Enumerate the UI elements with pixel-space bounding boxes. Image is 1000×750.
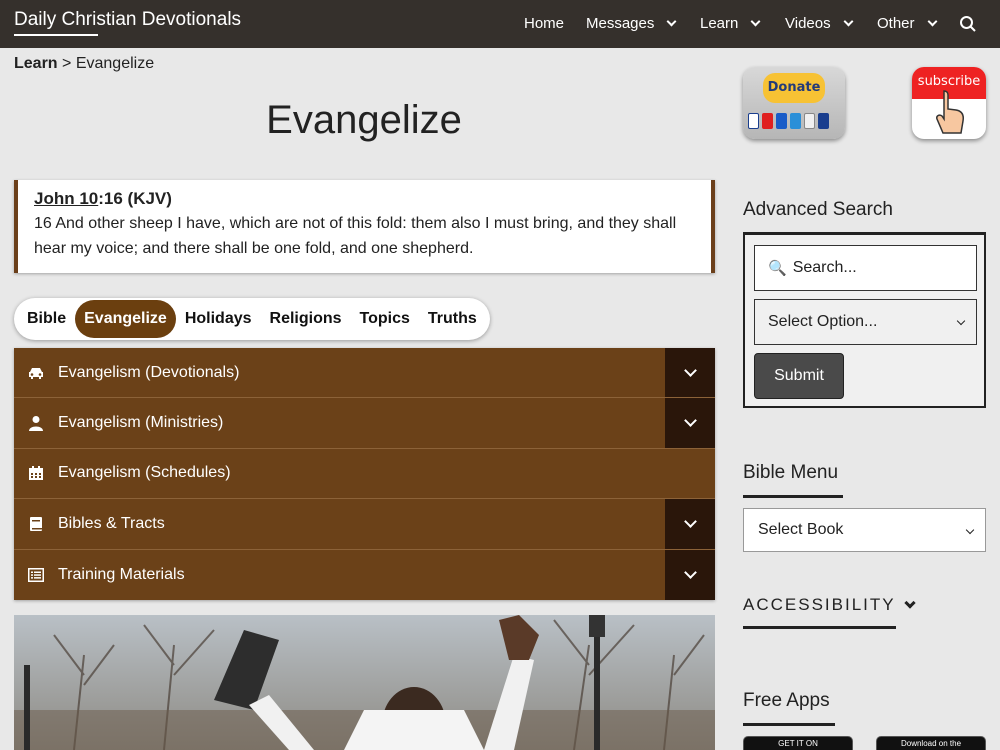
app-store-badge[interactable]: Download on the: [876, 736, 986, 750]
tab-topics[interactable]: Topics: [351, 300, 419, 338]
accordion-item[interactable]: Training Materials: [14, 549, 715, 600]
nav-learn-label: Learn: [700, 15, 739, 32]
book-select-value: Select Book: [758, 521, 844, 538]
search-icon[interactable]: [959, 15, 977, 38]
chevron-down-icon: [843, 16, 854, 27]
accordion-item[interactable]: Evangelism (Devotionals): [14, 348, 715, 399]
nav-home[interactable]: Home: [524, 15, 564, 32]
chevron-down-icon: [903, 597, 916, 609]
accordion-item[interactable]: Bibles & Tracts: [14, 499, 715, 550]
book-select[interactable]: Select Book: [743, 508, 986, 552]
payment-cards-icon: [748, 113, 829, 129]
verse-ref-rest: :16 (KJV): [98, 189, 172, 208]
subscribe-button[interactable]: subscribe: [912, 67, 986, 139]
evangelize-accordion: Evangelism (Devotionals) Evangelism (Min…: [14, 348, 715, 600]
evangelist-photo: [14, 615, 715, 750]
accordion-label: Training Materials: [58, 565, 185, 583]
option-select-value: Select Option...: [768, 313, 878, 330]
bible-menu-underline: [743, 495, 843, 498]
accessibility-label: ACCESSIBILITY: [743, 595, 896, 614]
accordion-toggle[interactable]: [665, 398, 715, 448]
chevron-down-icon: [965, 525, 975, 535]
chevron-down-icon: [927, 16, 937, 27]
verse-card: John 10:16 (KJV) 16 And other sheep I ha…: [14, 180, 715, 273]
submit-button[interactable]: Submit: [754, 353, 844, 399]
accordion-label: Evangelism (Devotionals): [58, 363, 240, 381]
free-apps-heading: Free Apps: [743, 690, 830, 711]
tab-truths[interactable]: Truths: [419, 300, 486, 338]
nav-other-label: Other: [877, 15, 915, 32]
site-title-underline: [14, 34, 98, 36]
chevron-down-icon: [750, 16, 761, 27]
accordion-label: Evangelism (Schedules): [58, 464, 231, 482]
chevron-down-icon: [666, 16, 677, 27]
site-title[interactable]: Daily Christian Devotionals: [14, 9, 241, 31]
verse-text: 16 And other sheep I have, which are not…: [34, 215, 677, 257]
accordion-item[interactable]: Evangelism (Schedules): [14, 448, 715, 500]
search-placeholder: Search...: [792, 259, 857, 276]
accordion-label: Bibles & Tracts: [58, 514, 165, 532]
page-title: Evangelize: [266, 98, 462, 142]
car-icon: [26, 363, 46, 383]
category-tabs: Bible Evangelize Holidays Religions Topi…: [14, 298, 490, 340]
chevron-down-icon: [956, 316, 966, 326]
hand-pointer-icon: [936, 90, 964, 134]
nav-learn[interactable]: Learn: [700, 15, 761, 32]
accordion-toggle[interactable]: [665, 499, 715, 549]
free-apps-underline: [743, 723, 835, 726]
search-input[interactable]: 🔍 Search...: [754, 245, 977, 291]
chevron-down-icon: [683, 565, 697, 579]
accessibility-toggle[interactable]: ACCESSIBILITY: [743, 595, 916, 615]
chevron-down-icon: [683, 363, 697, 377]
accessibility-underline: [743, 626, 896, 629]
advanced-search-heading: Advanced Search: [743, 199, 893, 220]
breadcrumb-parent[interactable]: Learn: [14, 55, 58, 72]
option-select[interactable]: Select Option...: [754, 299, 977, 345]
magnifier-icon: 🔍: [768, 260, 787, 277]
nav-videos-label: Videos: [785, 15, 831, 32]
tab-religions[interactable]: Religions: [261, 300, 351, 338]
verse-reference: John 10:16 (KJV): [34, 189, 695, 209]
nav-home-label: Home: [524, 15, 565, 32]
book-icon: [26, 514, 46, 534]
accordion-label: Evangelism (Ministries): [58, 414, 224, 432]
person-icon: [26, 413, 46, 433]
nav-videos[interactable]: Videos: [785, 15, 854, 32]
calendar-icon: [26, 463, 46, 483]
tab-bible[interactable]: Bible: [18, 300, 75, 338]
nav-messages[interactable]: Messages: [586, 15, 677, 32]
accordion-item[interactable]: Evangelism (Ministries): [14, 398, 715, 449]
nav-messages-label: Messages: [586, 15, 655, 32]
tab-evangelize[interactable]: Evangelize: [75, 300, 176, 338]
accordion-toggle[interactable]: [665, 549, 715, 600]
google-play-badge[interactable]: GET IT ON: [743, 736, 853, 750]
nav-other[interactable]: Other: [877, 15, 937, 32]
breadcrumb-current: Evangelize: [75, 55, 155, 72]
breadcrumb: Learn > Evangelize: [14, 55, 154, 73]
donate-label: Donate: [763, 73, 825, 103]
tab-holidays[interactable]: Holidays: [176, 300, 261, 338]
verse-book-link[interactable]: John 10: [34, 189, 98, 208]
chevron-down-icon: [683, 514, 697, 528]
advanced-search-form: 🔍 Search... Select Option... Submit: [743, 232, 986, 408]
chevron-down-icon: [683, 414, 697, 427]
top-navigation-bar: Daily Christian Devotionals Home Message…: [0, 0, 1000, 48]
bible-menu-heading: Bible Menu: [743, 462, 839, 483]
donate-button[interactable]: Donate: [743, 67, 845, 139]
breadcrumb-separator: >: [62, 55, 72, 72]
accordion-toggle[interactable]: [665, 348, 715, 398]
list-icon: [26, 565, 46, 585]
